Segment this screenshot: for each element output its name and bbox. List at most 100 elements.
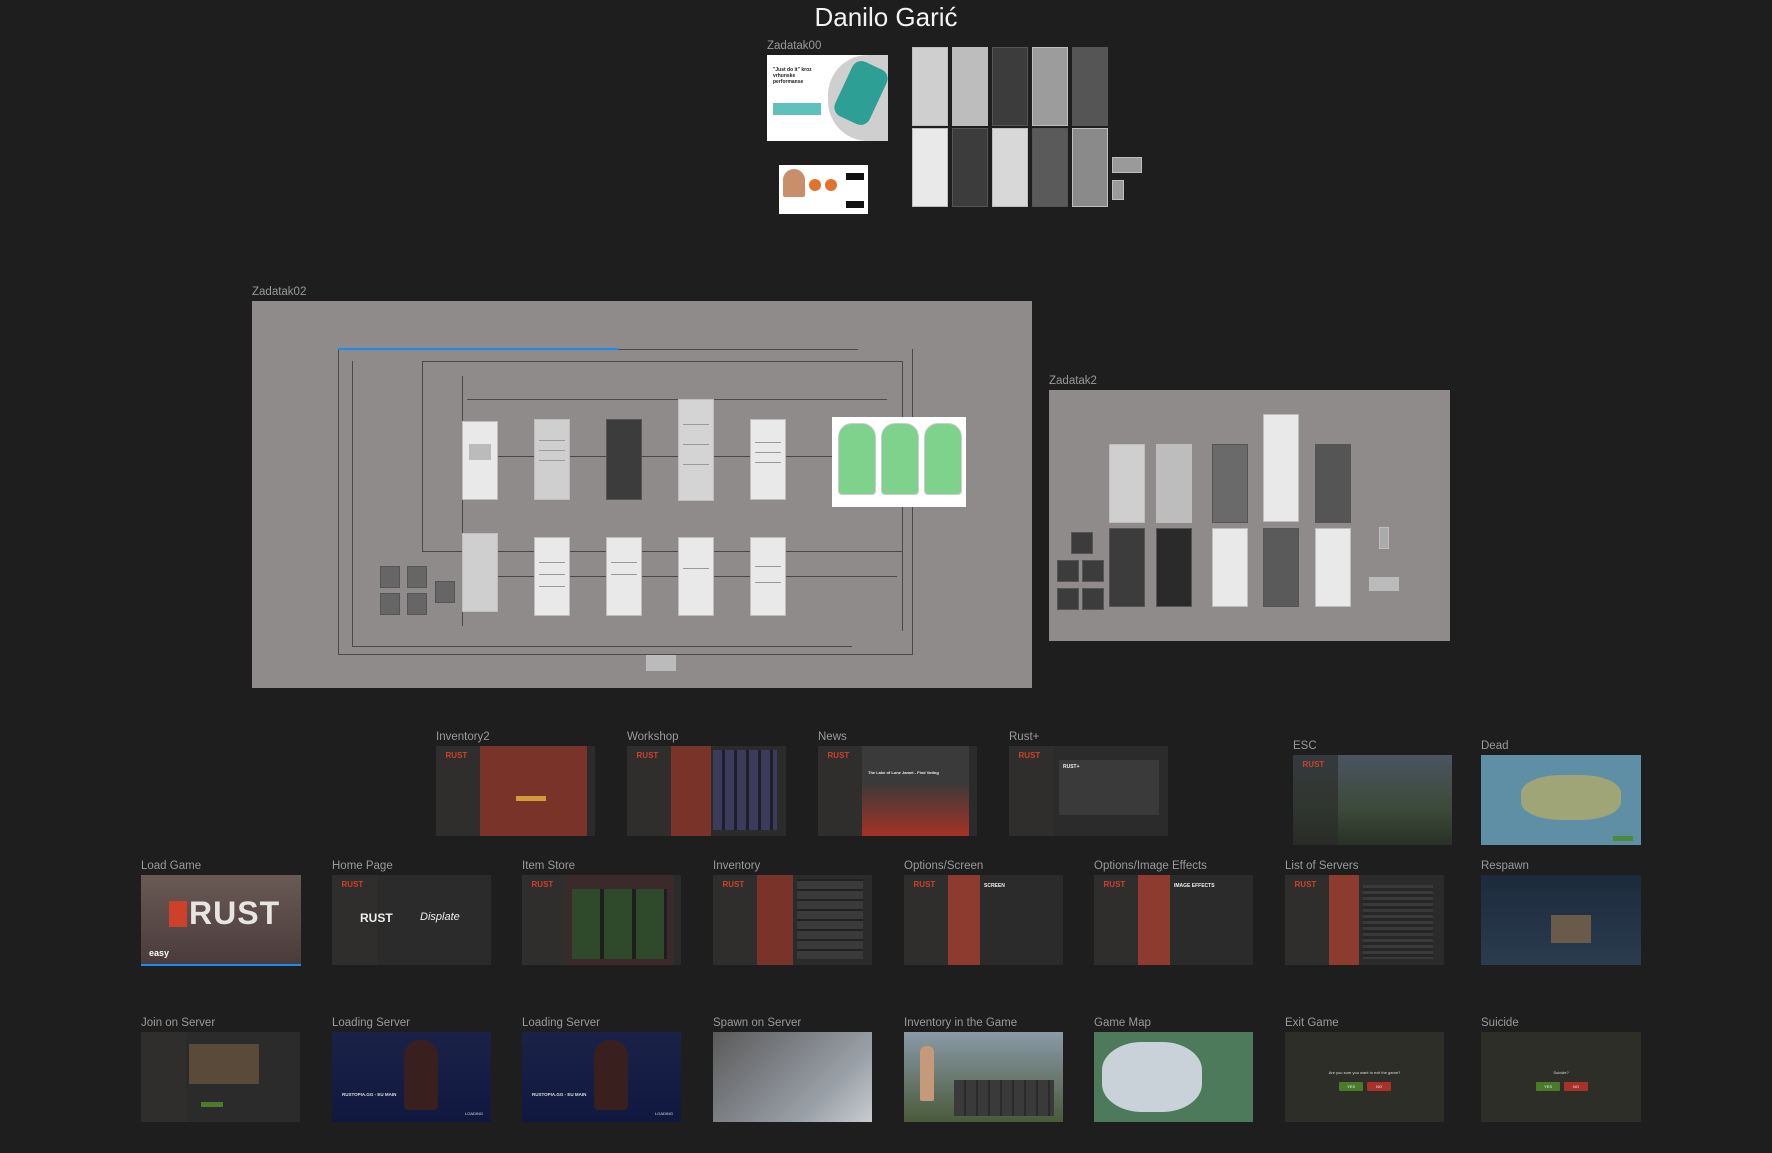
mobile-screen[interactable] (1263, 528, 1299, 607)
frame-label-game-map[interactable]: Game Map (1094, 1016, 1151, 1030)
mobile-screen[interactable] (1315, 444, 1351, 523)
frame-exit-game[interactable]: Are you sure you want to exit the game? … (1285, 1032, 1444, 1122)
frame-label-zadatak2[interactable]: Zadatak2 (1049, 374, 1097, 388)
frame-label-workshop[interactable]: Workshop (627, 730, 679, 744)
mobile-screen[interactable] (1032, 47, 1068, 126)
frame-home-page[interactable]: RUST RUST Displate (332, 875, 491, 965)
flow-screen[interactable] (750, 419, 786, 500)
mobile-component[interactable] (1071, 532, 1093, 554)
mobile-screen[interactable] (1315, 528, 1351, 607)
mobile-screen[interactable] (1072, 128, 1108, 207)
frame-label-spawn-on-server[interactable]: Spawn on Server (713, 1016, 801, 1030)
flow-screen[interactable] (606, 419, 642, 500)
frame-inventory2[interactable]: RUST (436, 746, 595, 836)
frame-label-join-on-server[interactable]: Join on Server (141, 1016, 215, 1030)
frame-options-image-effects[interactable]: RUST IMAGE EFFECTS (1094, 875, 1253, 965)
mobile-component[interactable] (1082, 560, 1104, 582)
flow-screen[interactable] (534, 537, 570, 616)
frame-loading-server-1[interactable]: RUSTOPIA.GG - EU MAIN LOADING (332, 1032, 491, 1122)
mobile-screen[interactable] (1156, 444, 1192, 523)
phones-card[interactable] (832, 417, 966, 507)
flow-screen[interactable] (678, 537, 714, 616)
inventory-grid[interactable] (797, 879, 863, 959)
frame-label-news[interactable]: News (818, 730, 847, 744)
flow-component[interactable] (380, 593, 400, 615)
frame-respawn[interactable] (1481, 875, 1641, 965)
mobile-screen[interactable] (1072, 47, 1108, 126)
yes-button[interactable]: YES (1536, 1082, 1560, 1091)
mobile-screen[interactable] (952, 47, 988, 126)
mobile-component[interactable] (1082, 588, 1104, 610)
mobile-screen[interactable] (992, 128, 1028, 207)
frame-load-game[interactable]: RUST easy (141, 875, 301, 966)
mobile-screen[interactable] (912, 47, 948, 126)
mobile-component[interactable] (1112, 180, 1124, 200)
flow-component[interactable] (407, 566, 427, 588)
frame-label-inventory2[interactable]: Inventory2 (436, 730, 490, 744)
frame-label-zadatak00[interactable]: Zadatak00 (767, 39, 821, 53)
frame-label-esc[interactable]: ESC (1293, 739, 1317, 753)
flow-screen[interactable] (462, 533, 498, 612)
frame-label-inventory[interactable]: Inventory (713, 859, 760, 873)
frame-label-rust-plus[interactable]: Rust+ (1009, 730, 1039, 744)
store-items[interactable] (572, 889, 667, 959)
flow-component[interactable] (646, 655, 676, 671)
mobile-component[interactable] (1112, 157, 1142, 173)
mobile-component[interactable] (1057, 560, 1079, 582)
frame-label-loading-server-2[interactable]: Loading Server (522, 1016, 600, 1030)
yes-button[interactable]: YES (1339, 1082, 1363, 1091)
frame-label-list-of-servers[interactable]: List of Servers (1285, 859, 1359, 873)
frame-spawn-on-server[interactable] (713, 1032, 872, 1122)
frame-label-suicide[interactable]: Suicide (1481, 1016, 1519, 1030)
flow-screen[interactable] (462, 421, 498, 500)
frame-zadatak00-icons[interactable] (779, 165, 868, 214)
frame-label-load-game[interactable]: Load Game (141, 859, 201, 873)
mobile-component[interactable] (1057, 588, 1079, 610)
frame-rust-plus[interactable]: RUST RUST+ (1009, 746, 1168, 836)
frame-label-respawn[interactable]: Respawn (1481, 859, 1529, 873)
frame-loading-server-2[interactable]: RUSTOPIA.GG - EU MAIN LOADING (522, 1032, 681, 1122)
frame-join-on-server[interactable] (141, 1032, 300, 1122)
mobile-screen[interactable] (1212, 528, 1248, 607)
frame-list-of-servers[interactable]: RUST (1285, 875, 1444, 965)
frame-label-zadatak02[interactable]: Zadatak02 (252, 285, 306, 299)
item-grid[interactable] (713, 750, 777, 830)
frame-esc[interactable]: RUST (1293, 755, 1452, 845)
frame-label-inventory-in-game[interactable]: Inventory in the Game (904, 1016, 1017, 1030)
frame-suicide[interactable]: Suicide? YES NO (1481, 1032, 1641, 1122)
mobile-screen[interactable] (992, 47, 1028, 126)
mobile-component[interactable] (1379, 527, 1389, 549)
no-button[interactable]: NO (1564, 1082, 1588, 1091)
mobile-screen[interactable] (1263, 414, 1299, 522)
frame-inventory-in-game[interactable] (904, 1032, 1063, 1122)
frame-label-item-store[interactable]: Item Store (522, 859, 575, 873)
frame-item-store[interactable]: RUST (522, 875, 681, 965)
frame-label-dead[interactable]: Dead (1481, 739, 1509, 753)
mobile-component[interactable] (1369, 577, 1399, 591)
frame-label-options-image-effects[interactable]: Options/Image Effects (1094, 859, 1207, 873)
flow-screen[interactable] (750, 537, 786, 616)
mobile-screen[interactable] (1109, 528, 1145, 607)
flow-screen[interactable] (606, 537, 642, 616)
flow-component[interactable] (407, 593, 427, 615)
frame-options-screen[interactable]: RUST SCREEN (904, 875, 1063, 965)
flow-screen[interactable] (534, 419, 570, 500)
frame-zadatak00-hero[interactable]: "Just do it" kroz vrhunske performanse (767, 55, 888, 141)
mobile-screen[interactable] (1212, 444, 1248, 523)
mobile-screen[interactable] (1109, 444, 1145, 523)
flow-component[interactable] (380, 566, 400, 588)
accept-button[interactable] (516, 796, 546, 801)
frame-workshop[interactable]: RUST (627, 746, 786, 836)
flow-component[interactable] (435, 581, 455, 603)
mobile-screen[interactable] (912, 128, 948, 207)
mobile-screen[interactable] (1032, 128, 1068, 207)
frame-inventory[interactable]: RUST (713, 875, 872, 965)
flow-screen[interactable] (678, 399, 714, 501)
frame-label-exit-game[interactable]: Exit Game (1285, 1016, 1339, 1030)
server-list[interactable] (1363, 885, 1433, 959)
frame-dead[interactable] (1481, 755, 1641, 845)
hotbar[interactable] (954, 1080, 1054, 1116)
mobile-screen[interactable] (952, 128, 988, 207)
frame-news[interactable]: RUST The Lake of Lone Jamet - Find Votin… (818, 746, 977, 836)
no-button[interactable]: NO (1367, 1082, 1391, 1091)
